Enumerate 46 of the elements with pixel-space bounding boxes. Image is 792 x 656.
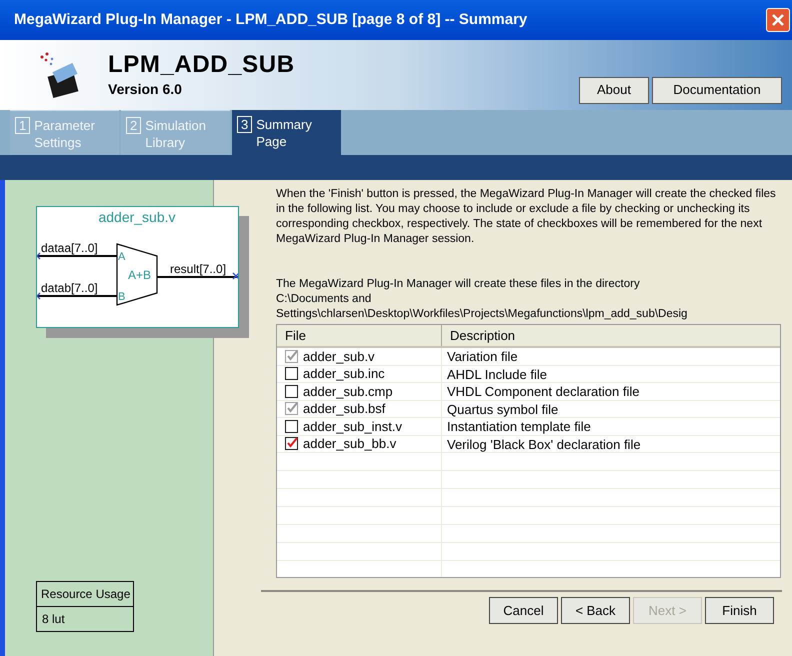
wizard-button[interactable]: Cancel [489, 597, 558, 624]
file-name: adder_sub.inc [303, 365, 385, 382]
intro-paragraph: When the 'Finish' button is pressed, the MegaWizard Plug-In Manager will create the checked files in the following list. You may choose to include or exclude a file by checking or unchecking its corresponding checkbox, respectively. The state of checkboxes will be remembered for the next MegaWizard Plug-In Manager session. [276, 187, 776, 247]
directory-path: C:\Documents and [276, 292, 372, 307]
pin-marker-icon [37, 292, 41, 300]
resource-usage-value: 8 lut [41, 611, 66, 628]
input-label: dataa[7..0] [41, 241, 98, 255]
file-description: Verilog 'Black Box' declaration file [447, 436, 641, 452]
checkbox[interactable] [285, 437, 298, 450]
file-description: AHDL Include file [447, 366, 547, 382]
component-title: LPM_ADD_SUB [108, 50, 295, 78]
checkbox[interactable] [285, 420, 298, 433]
pin-marker-icon [232, 272, 238, 280]
directory-note: The MegaWizard Plug-In Manager will create these files in the directory [276, 277, 641, 292]
close-button[interactable] [766, 8, 790, 32]
checkbox[interactable] [285, 384, 298, 398]
file-name: adder_sub.bsf [303, 400, 386, 418]
symbol-title: adder_sub.v [98, 209, 176, 225]
version-label: Version 6.0 [108, 80, 183, 98]
resource-usage-heading: Resource Usage [37, 582, 133, 607]
file-description: Quartus symbol file [447, 402, 558, 416]
close-icon [771, 13, 785, 27]
operation-label: A+B [128, 268, 152, 282]
input-label: datab[7..0] [41, 281, 98, 295]
pin-label: A [118, 251, 126, 263]
file-description: Instantiation template file [447, 419, 591, 434]
file-description: Variation file [447, 349, 518, 364]
pin-marker-icon [37, 252, 41, 260]
directory-path: Settings\chlarsen\Desktop\Workfiles\Projects\Megafunctions\lpm_add_sub\Desig [276, 307, 688, 322]
wizard-button[interactable]: Finish [705, 597, 774, 624]
file-name: adder_sub_inst.v [303, 418, 402, 435]
file-name: adder_sub_bb.v [303, 435, 396, 452]
header-button[interactable]: Documentation [652, 76, 782, 104]
file-name: adder_sub.cmp [303, 382, 393, 400]
wizard-tab[interactable]: 3 Summary Page [232, 110, 341, 155]
column-header[interactable]: Description [442, 325, 780, 346]
checkbox[interactable] [285, 367, 298, 380]
file-description: VHDL Component declaration file [447, 384, 640, 399]
header-button[interactable]: About [579, 76, 649, 104]
pin-label: B [118, 291, 126, 303]
column-header[interactable]: File [277, 325, 442, 346]
adder-shape [116, 243, 158, 306]
file-name: adder_sub.v [303, 348, 375, 365]
output-label: result[7..0] [170, 262, 226, 276]
window-title: MegaWizard Plug-In Manager - LPM_ADD_SUB [page 8 of 8] -- Summary [14, 10, 528, 30]
wizard-button[interactable]: < Back [561, 597, 630, 624]
